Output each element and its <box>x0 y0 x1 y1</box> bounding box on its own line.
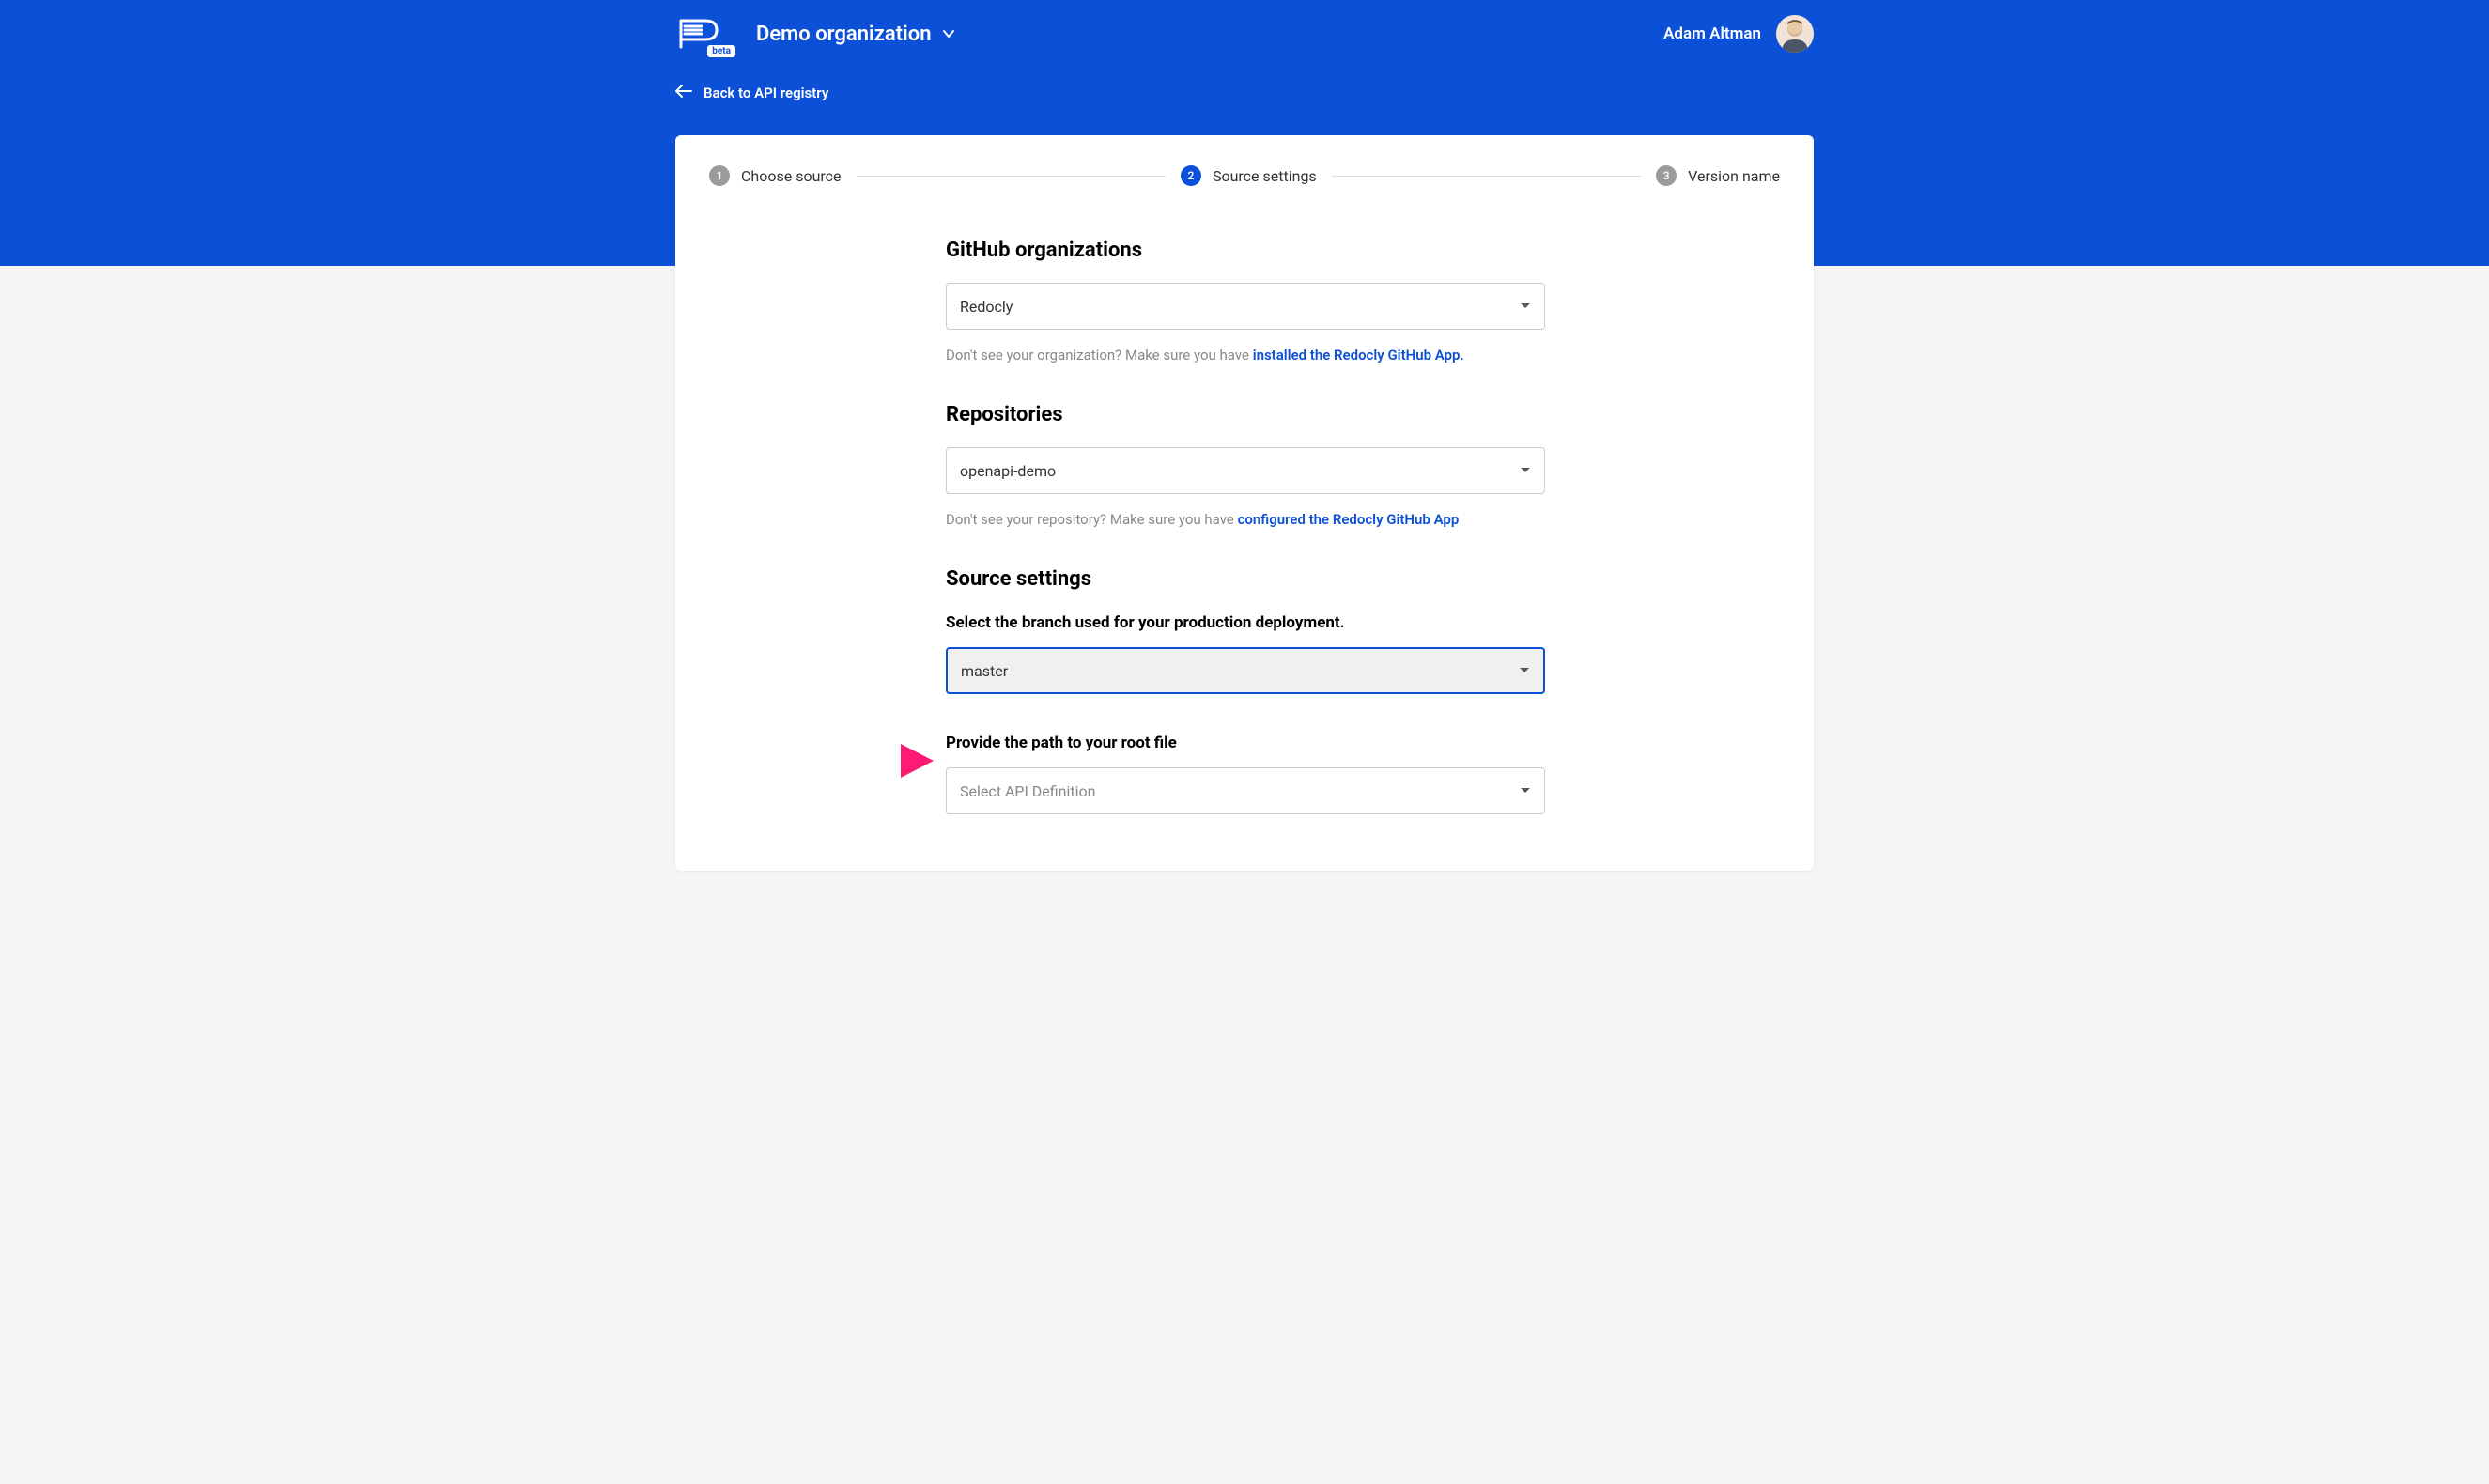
wizard-card: 1 Choose source 2 Source settings 3 Vers… <box>675 135 1814 871</box>
branch-value: master <box>961 662 1008 680</box>
repositories-value: openapi-demo <box>960 462 1056 480</box>
caret-down-icon <box>1520 467 1531 474</box>
step-source-settings[interactable]: 2 Source settings <box>1181 165 1317 186</box>
branch-label: Select the branch used for your producti… <box>946 613 1545 632</box>
org-name: Demo organization <box>756 23 931 46</box>
arrow-left-icon <box>675 85 692 101</box>
caret-down-icon <box>1519 667 1530 674</box>
step-number: 3 <box>1656 165 1677 186</box>
user-name: Adam Altman <box>1663 24 1761 43</box>
root-file-label: Provide the path to your root file <box>946 734 1545 752</box>
back-link[interactable]: Back to API registry <box>675 85 1814 101</box>
github-orgs-value: Redocly <box>960 298 1013 316</box>
github-orgs-helper: Don't see your organization? Make sure y… <box>946 347 1545 363</box>
logo-badge: beta <box>707 45 735 57</box>
avatar-icon <box>1776 15 1814 53</box>
source-settings-heading: Source settings <box>946 567 1545 591</box>
repositories-heading: Repositories <box>946 403 1545 426</box>
configured-app-link[interactable]: configured the Redocly GitHub App <box>1238 511 1460 528</box>
caret-down-icon <box>1520 787 1531 795</box>
arrow-annotation-icon <box>769 733 938 793</box>
back-link-label: Back to API registry <box>703 85 828 101</box>
org-dropdown[interactable]: Demo organization <box>756 23 955 46</box>
github-orgs-select[interactable]: Redocly <box>946 283 1545 330</box>
repositories-select[interactable]: openapi-demo <box>946 447 1545 494</box>
step-choose-source[interactable]: 1 Choose source <box>709 165 842 186</box>
root-file-placeholder: Select API Definition <box>960 782 1095 800</box>
root-file-select[interactable]: Select API Definition <box>946 767 1545 814</box>
repositories-helper: Don't see your repository? Make sure you… <box>946 511 1545 528</box>
github-orgs-heading: GitHub organizations <box>946 239 1545 262</box>
stepper: 1 Choose source 2 Source settings 3 Vers… <box>709 165 1780 186</box>
topbar: beta Demo organization Adam Altman <box>675 15 1814 71</box>
step-label: Choose source <box>741 167 842 185</box>
avatar[interactable] <box>1776 15 1814 53</box>
branch-select[interactable]: master <box>946 647 1545 694</box>
chevron-down-icon <box>942 27 955 40</box>
step-divider <box>857 176 1166 177</box>
step-label: Version name <box>1688 167 1780 185</box>
step-version-name[interactable]: 3 Version name <box>1656 165 1780 186</box>
caret-down-icon <box>1520 302 1531 310</box>
step-number: 2 <box>1181 165 1201 186</box>
installed-app-link[interactable]: installed the Redocly GitHub App. <box>1253 347 1464 363</box>
step-label: Source settings <box>1213 167 1317 185</box>
logo[interactable]: beta <box>675 17 722 51</box>
step-number: 1 <box>709 165 730 186</box>
helper-text: Don't see your repository? Make sure you… <box>946 511 1238 528</box>
helper-text: Don't see your organization? Make sure y… <box>946 347 1253 363</box>
step-divider <box>1332 176 1641 177</box>
